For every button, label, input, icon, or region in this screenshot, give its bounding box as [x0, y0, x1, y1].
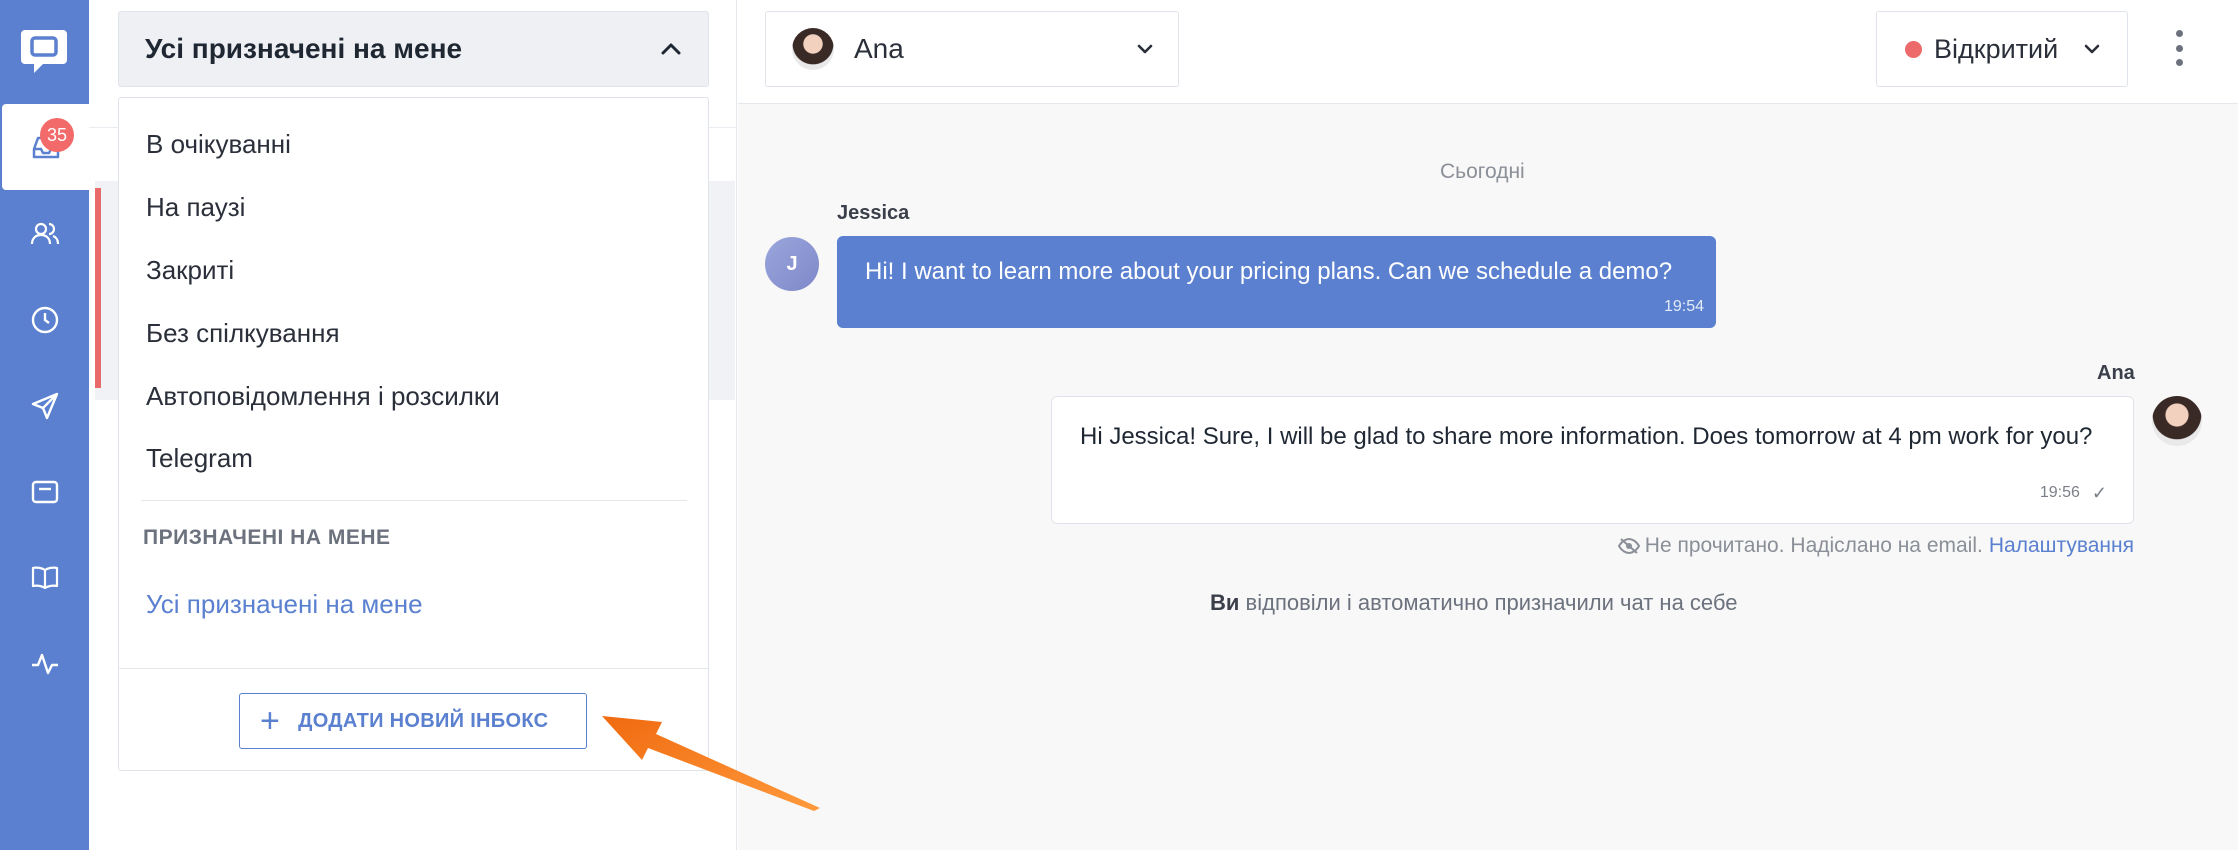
customer-avatar: J	[765, 237, 819, 291]
agent-avatar	[2152, 396, 2202, 446]
unread-badge: 35	[40, 118, 74, 152]
add-inbox-label: ДОДАТИ НОВИЙ ІНБОКС	[298, 709, 549, 732]
rail-broadcasts[interactable]	[0, 363, 89, 449]
inbox-selector-label: Усі призначені на мене	[145, 33, 463, 64]
dropdown-item-telegram[interactable]: Telegram	[146, 443, 253, 474]
dropdown-item-all-assigned[interactable]: Усі призначені на мене	[146, 589, 423, 620]
dropdown-item-pending[interactable]: В очікуванні	[146, 129, 291, 160]
message-text: Hi! I want to learn more about your pric…	[865, 258, 1673, 285]
unread-indicator	[95, 188, 101, 388]
dropdown-section-title: ПРИЗНАЧЕНІ НА МЕНЕ	[143, 526, 391, 549]
system-event: Ви відповіли і автоматично призначили ча…	[1210, 590, 1738, 616]
plus-icon: +	[260, 702, 281, 740]
dropdown-item-paused[interactable]: На паузі	[146, 192, 245, 223]
message-time: 19:56 ✓	[2040, 475, 2107, 511]
message-sender: Ana	[2097, 362, 2135, 384]
chevron-down-icon	[1137, 44, 1153, 54]
status-dot	[1905, 40, 1922, 58]
inbox-dropdown: В очікуванні На паузі Закриті Без спілку…	[118, 97, 709, 771]
app-logo-icon[interactable]	[19, 26, 69, 76]
settings-link[interactable]: Налаштування	[1989, 534, 2134, 558]
contacts-icon	[30, 222, 59, 245]
send-icon	[31, 392, 58, 420]
more-options-icon[interactable]	[2172, 30, 2186, 66]
rail-analytics[interactable]	[0, 621, 89, 707]
sidebar-rail: 35	[0, 0, 89, 850]
book-icon	[31, 566, 58, 590]
dropdown-footer-divider	[119, 668, 708, 669]
chevron-down-icon	[2084, 44, 2100, 54]
dropdown-item-no-conversation[interactable]: Без спілкування	[146, 318, 340, 349]
status-select[interactable]: Відкритий	[1876, 11, 2128, 87]
rail-knowledge[interactable]	[0, 535, 89, 621]
eye-off-icon	[1617, 537, 1640, 555]
annotation-arrow	[602, 716, 820, 811]
rail-inbox[interactable]: 35	[2, 104, 89, 190]
rail-history[interactable]	[0, 277, 89, 363]
clock-icon	[31, 306, 58, 334]
chevron-up-icon	[661, 43, 681, 55]
message-sender: Jessica	[837, 202, 910, 224]
dropdown-divider	[141, 500, 687, 501]
rail-contacts[interactable]	[0, 191, 89, 277]
rail-widget[interactable]	[0, 449, 89, 535]
assignee-select[interactable]: Ana	[765, 11, 1179, 87]
outgoing-message: Hi Jessica! Sure, I will be glad to shar…	[1051, 396, 2134, 524]
add-inbox-button[interactable]: + ДОДАТИ НОВИЙ ІНБОКС	[239, 693, 587, 749]
unread-status: Не прочитано. Надіслано на email. Налашт…	[1617, 534, 2134, 558]
widget-icon	[31, 480, 58, 504]
check-icon: ✓	[2091, 483, 2107, 503]
event-text: відповіли і автоматично призначили чат н…	[1239, 590, 1738, 615]
activity-icon	[31, 653, 58, 675]
agent-avatar	[792, 28, 834, 70]
unread-text: Не прочитано. Надіслано на email.	[1644, 534, 1983, 557]
incoming-message: Hi! I want to learn more about your pric…	[837, 236, 1716, 328]
dropdown-item-closed[interactable]: Закриті	[146, 255, 234, 286]
event-actor: Ви	[1210, 590, 1240, 615]
status-label: Відкритий	[1934, 33, 2059, 64]
assignee-name: Ana	[854, 33, 904, 64]
message-time: 19:54	[1663, 298, 1704, 315]
message-text: Hi Jessica! Sure, I will be glad to shar…	[1080, 423, 2093, 450]
date-separator: Сьогодні	[1440, 160, 1525, 183]
inbox-selector[interactable]: Усі призначені на мене	[118, 11, 709, 87]
dropdown-item-automessages[interactable]: Автоповідомлення і розсилки	[146, 381, 500, 412]
